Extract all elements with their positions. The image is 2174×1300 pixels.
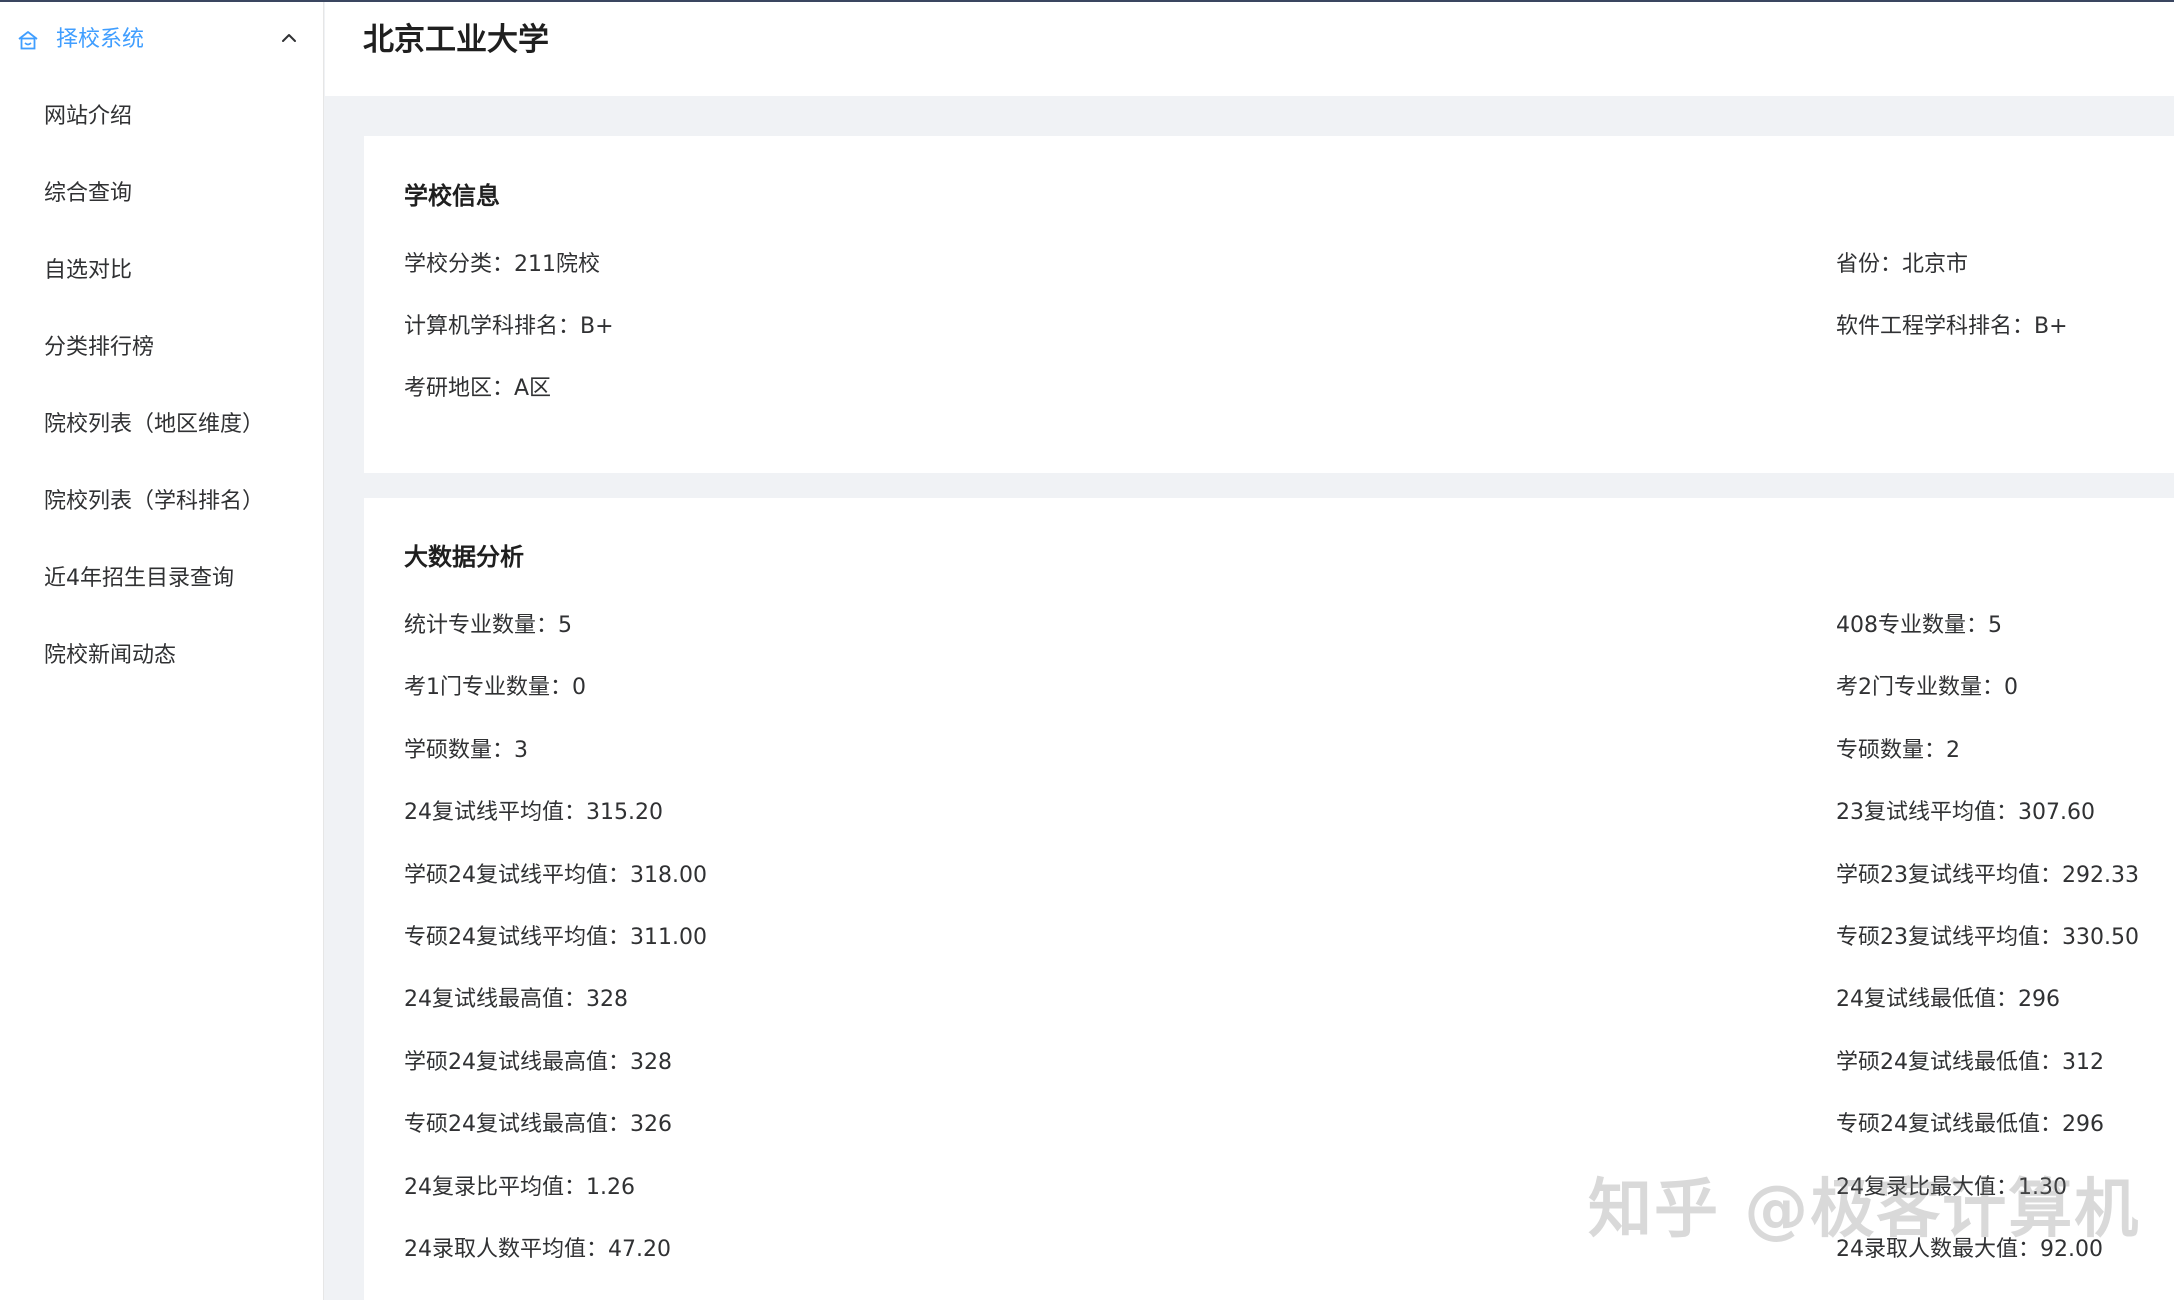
sidebar: 择校系统 网站介绍 综合查询 自选对比 分类排行榜 院校列表（地区维度） 院校列… (0, 2, 324, 1300)
stat-row: 24复试线平均值：315.20 23复试线平均值：307.60 (404, 796, 2174, 830)
watermark: 知乎 @极客计算机 (1588, 1173, 2141, 1247)
stat-row: 学硕24复试线平均值：318.00 学硕23复试线平均值：292.33 (404, 859, 2174, 893)
stat-field: 24复试线最高值：328 (404, 987, 628, 1012)
info-row: 考研地区：A区 (404, 372, 2174, 406)
page-header: 北京工业大学 (325, 2, 2174, 96)
menu-group-school-selection[interactable]: 择校系统 (0, 2, 324, 78)
stat-field: 学硕24复试线最高值：328 (404, 1050, 672, 1075)
stat-field: 学硕24复试线最低值：312 (1836, 1050, 2104, 1075)
sidebar-item-school-news[interactable]: 院校新闻动态 (0, 618, 324, 694)
stat-field: 学硕24复试线平均值：318.00 (404, 863, 707, 888)
info-field: 省份：北京市 (1836, 252, 1969, 277)
info-field: 软件工程学科排名：B+ (1836, 314, 2068, 339)
stat-field: 24复试线最低值：296 (1836, 987, 2060, 1012)
stat-field: 专硕24复试线最高值：326 (404, 1112, 672, 1137)
stat-field: 统计专业数量：5 (404, 613, 572, 638)
stat-row: 专硕24复试线平均值：311.00 专硕23复试线平均值：330.50 (404, 921, 2174, 955)
card-title: 学校信息 (404, 182, 500, 210)
stat-row: 学硕数量：3 专硕数量：2 (404, 734, 2174, 768)
menu-group-title: 择校系统 (56, 27, 145, 52)
stat-field: 专硕24复试线最低值：296 (1836, 1112, 2104, 1137)
main-content: 北京工业大学 学校信息 学校分类：211院校 省份：北京市 计算机学科排名：B+… (325, 2, 2174, 1300)
stat-row: 专硕24复试线最高值：326 专硕24复试线最低值：296 (404, 1108, 2174, 1142)
sidebar-item-custom-compare[interactable]: 自选对比 (0, 233, 324, 309)
page-title: 北京工业大学 (363, 22, 549, 58)
stat-field: 24复录比平均值：1.26 (404, 1175, 635, 1200)
sidebar-item-school-list-discipline[interactable]: 院校列表（学科排名） (0, 464, 324, 540)
school-info-card: 学校信息 学校分类：211院校 省份：北京市 计算机学科排名：B+ 软件工程学科… (364, 136, 2174, 473)
sidebar-item-school-list-region[interactable]: 院校列表（地区维度） (0, 387, 324, 463)
stat-field: 专硕24复试线平均值：311.00 (404, 925, 707, 950)
stat-row: 学硕24复试线最高值：328 学硕24复试线最低值：312 (404, 1046, 2174, 1080)
home-icon (18, 31, 38, 50)
stat-field: 学硕数量：3 (404, 738, 528, 763)
sidebar-item-comprehensive-query[interactable]: 综合查询 (0, 156, 324, 232)
stat-row: 24复试线最高值：328 24复试线最低值：296 (404, 983, 2174, 1017)
stat-field: 专硕23复试线平均值：330.50 (1836, 925, 2139, 950)
info-field: 计算机学科排名：B+ (404, 314, 614, 339)
stat-field: 考1门专业数量：0 (404, 675, 586, 700)
chevron-up-icon[interactable] (280, 32, 298, 44)
stat-field: 专硕数量：2 (1836, 738, 1960, 763)
stat-field: 24录取人数平均值：47.20 (404, 1237, 671, 1262)
sidebar-item-enrollment-catalog[interactable]: 近4年招生目录查询 (0, 541, 324, 617)
info-field: 学校分类：211院校 (404, 252, 600, 277)
stat-field: 考2门专业数量：0 (1836, 675, 2018, 700)
stat-field: 学硕23复试线平均值：292.33 (1836, 863, 2139, 888)
info-row: 计算机学科排名：B+ 软件工程学科排名：B+ (404, 310, 2174, 344)
stat-row: 统计专业数量：5 408专业数量：5 (404, 609, 2174, 643)
stat-field: 408专业数量：5 (1836, 613, 2002, 638)
card-title: 大数据分析 (404, 543, 524, 571)
stat-row: 考1门专业数量：0 考2门专业数量：0 (404, 671, 2174, 705)
sidebar-item-site-intro[interactable]: 网站介绍 (0, 79, 324, 155)
info-field: 考研地区：A区 (404, 376, 552, 401)
stat-field: 24复试线平均值：315.20 (404, 800, 663, 825)
info-row: 学校分类：211院校 省份：北京市 (404, 248, 2174, 282)
stat-field: 23复试线平均值：307.60 (1836, 800, 2095, 825)
sidebar-item-category-ranking[interactable]: 分类排行榜 (0, 310, 324, 386)
